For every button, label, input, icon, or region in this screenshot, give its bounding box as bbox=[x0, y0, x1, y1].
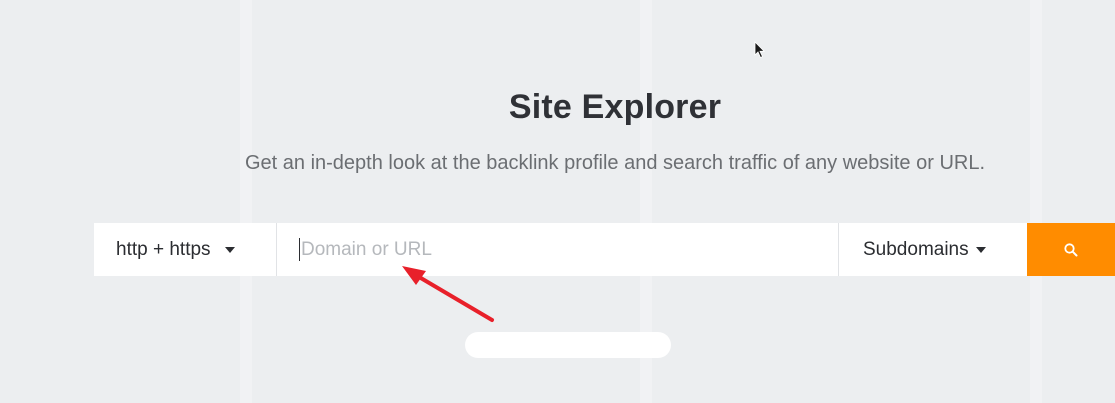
search-icon bbox=[1064, 242, 1078, 256]
domain-input[interactable] bbox=[277, 223, 838, 276]
protocol-dropdown[interactable]: http + https bbox=[94, 223, 277, 276]
page-subtitle: Get an in-depth look at the backlink pro… bbox=[244, 152, 986, 174]
chevron-down-icon bbox=[224, 246, 235, 253]
chevron-down-icon bbox=[975, 246, 986, 253]
text-caret bbox=[299, 238, 300, 261]
background-stripe bbox=[1030, 0, 1042, 403]
protocol-dropdown-label: http + https bbox=[116, 238, 211, 260]
search-button[interactable] bbox=[1027, 223, 1115, 276]
page-title: Site Explorer bbox=[508, 88, 722, 126]
redacted-overlay bbox=[465, 332, 671, 358]
mode-dropdown-label: Subdomains bbox=[863, 238, 969, 260]
domain-input-container bbox=[277, 223, 838, 276]
mouse-pointer-icon bbox=[754, 41, 766, 64]
mode-dropdown[interactable]: Subdomains bbox=[838, 223, 1027, 276]
search-bar: http + https Subdomains bbox=[94, 223, 1115, 276]
background-stripe bbox=[240, 0, 252, 403]
